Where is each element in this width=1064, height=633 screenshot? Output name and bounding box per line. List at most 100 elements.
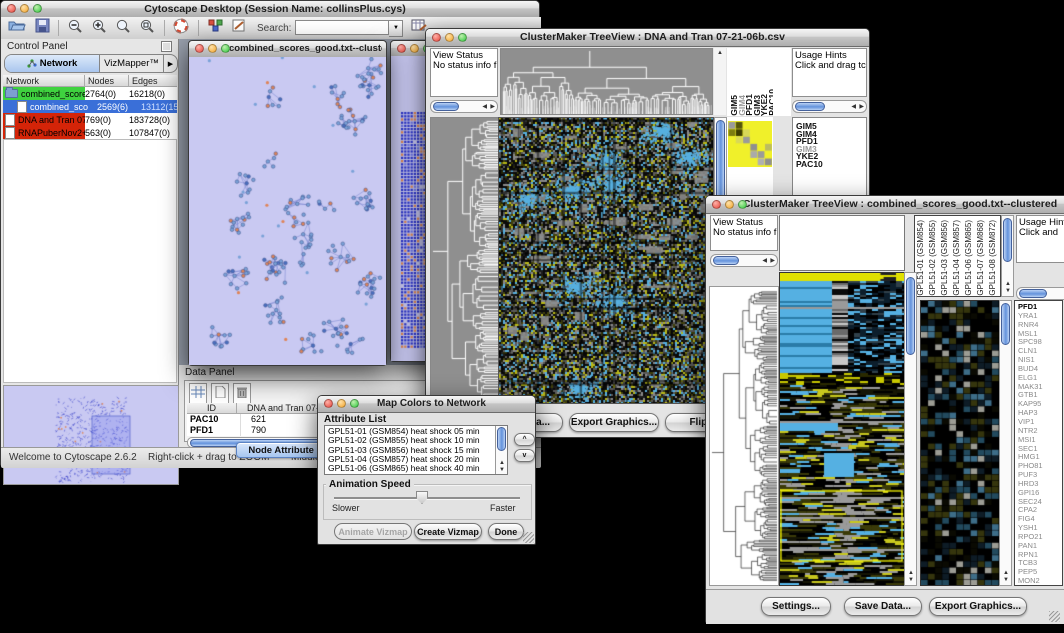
zoom-window-button[interactable] <box>458 33 467 42</box>
tv1-column-label[interactable]: GIM3 <box>752 95 760 116</box>
resize-grip[interactable] <box>1049 611 1060 622</box>
tv1-view-status-hscrollbar[interactable]: ◀ ▶ <box>430 100 498 113</box>
tv2-column-label[interactable]: GPL51-07 (GSM868) <box>976 220 988 296</box>
attribute-list-vscrollbar[interactable]: ▲ ▼ <box>495 426 507 474</box>
move-attribute-up-button[interactable]: ^ <box>514 433 535 446</box>
new-attribute-icon[interactable] <box>211 383 229 405</box>
save-session-button[interactable] <box>35 18 50 38</box>
tv1-column-label[interactable]: GIM5 <box>729 95 737 116</box>
minimize-button[interactable] <box>208 44 217 53</box>
tv2-labels-vscrollbar[interactable]: ▲ ▼ <box>1001 215 1014 297</box>
close-button[interactable] <box>7 4 16 13</box>
tv1-column-label[interactable]: PFD1 <box>744 94 752 116</box>
scroll-left-arrow-icon[interactable]: ◀ <box>762 258 767 264</box>
zoom-out-icon[interactable] <box>67 18 84 39</box>
scroll-right-arrow-icon[interactable]: ▶ <box>859 104 864 110</box>
tv2-column-label[interactable]: GPL51-02 (GSM855) <box>928 220 940 296</box>
tv1-heatmap[interactable] <box>498 117 714 404</box>
scroll-right-arrow-icon[interactable]: ▶ <box>770 258 775 264</box>
tv1-correlation-mini-heatmap[interactable] <box>728 121 772 167</box>
tv1-export-graphics-button[interactable]: Export Graphics... <box>569 413 659 432</box>
animate-vizmap-button[interactable]: Animate Vizmap <box>334 523 412 540</box>
zoom-in-icon[interactable] <box>91 18 108 39</box>
minimize-button[interactable] <box>337 399 346 408</box>
tv1-column-dendrogram[interactable] <box>500 48 713 115</box>
tv2-settings-button[interactable]: Settings... <box>761 597 831 616</box>
open-session-button[interactable] <box>8 18 26 38</box>
done-button[interactable]: Done <box>488 523 524 540</box>
scroll-up-arrow-icon[interactable]: ▲ <box>717 50 723 56</box>
birds-eye-view[interactable] <box>3 385 179 485</box>
treeview2-titlebar[interactable]: ClusterMaker TreeView : combined_scores_… <box>706 196 1064 214</box>
scroll-left-arrow-icon[interactable]: ◀ <box>851 104 856 110</box>
network-row-rnapuber[interactable]: RNAPuberNov2+ 563(0) 107847(0) <box>3 126 177 139</box>
vizmapper-icon[interactable] <box>208 18 224 38</box>
tab-vizmapper[interactable]: VizMapper™ <box>100 55 164 72</box>
zoom-fit-icon[interactable] <box>115 18 132 39</box>
tv2-zoomed-heatmap[interactable] <box>920 300 1000 586</box>
col-nodes[interactable]: Nodes <box>85 75 129 87</box>
minimize-button[interactable] <box>445 33 454 42</box>
tv1-row-dendrogram[interactable] <box>430 117 499 404</box>
create-vizmap-button[interactable]: Create Vizmap <box>414 523 482 540</box>
search-dropdown-button[interactable]: ▼ <box>389 20 403 37</box>
dialog-titlebar[interactable]: Map Colors to Network <box>318 396 535 413</box>
tv2-heatmap-vscrollbar[interactable]: ▲ ▼ <box>904 272 917 586</box>
zoom-window-button[interactable] <box>350 399 359 408</box>
tv2-column-label[interactable]: GPL51-03 (GSM856) <box>940 220 952 296</box>
network-row-selected[interactable]: combined_sco 2569(6) 13112(15) <box>3 100 177 113</box>
scroll-down-arrow-icon[interactable]: ▼ <box>1005 288 1011 294</box>
close-button[interactable] <box>432 33 441 42</box>
attribute-item[interactable]: GPL51-07 (GSM868) heat shock 60 min <box>325 473 493 475</box>
treeview1-titlebar[interactable]: ClusterMaker TreeView : DNA and Tran 07-… <box>426 29 869 47</box>
col-id[interactable]: ID <box>187 403 237 414</box>
close-button[interactable] <box>195 44 204 53</box>
scroll-right-arrow-icon[interactable]: ▶ <box>490 104 495 110</box>
tab-network[interactable]: Network <box>5 55 100 72</box>
move-attribute-down-button[interactable]: v <box>514 449 535 462</box>
help-lifesaver-icon[interactable] <box>173 18 189 39</box>
delete-attribute-trash-icon[interactable] <box>233 383 251 405</box>
scroll-left-arrow-icon[interactable]: ◀ <box>482 104 487 110</box>
float-panel-icon[interactable] <box>161 41 172 52</box>
zoom-window-button[interactable] <box>33 4 42 13</box>
attribute-select-icon[interactable] <box>189 383 207 405</box>
scroll-down-arrow-icon[interactable]: ▼ <box>908 577 914 583</box>
tv2-column-label[interactable]: GPL51-01 (GSM854) <box>916 220 928 296</box>
network-row-dna-tran[interactable]: DNA and Tran 07 769(0) 183728(0) <box>3 113 177 126</box>
tv2-usage-hscrollbar[interactable] <box>1016 287 1064 300</box>
close-button[interactable] <box>712 200 721 209</box>
tv2-save-data-button[interactable]: Save Data... <box>844 597 922 616</box>
scroll-up-arrow-icon[interactable]: ▲ <box>908 570 914 576</box>
scroll-up-arrow-icon[interactable]: ▲ <box>1005 281 1011 287</box>
tv2-global-heatmap[interactable] <box>779 272 905 586</box>
minimize-button[interactable] <box>410 44 419 53</box>
tv1-column-label[interactable]: GIM4 <box>737 95 745 116</box>
scroll-up-arrow-icon[interactable]: ▲ <box>1003 570 1009 576</box>
zoom-selected-icon[interactable] <box>139 18 156 39</box>
minimize-button[interactable] <box>725 200 734 209</box>
tv2-view-status-hscrollbar[interactable]: ◀ ▶ <box>710 254 778 267</box>
col-edges[interactable]: Edges <box>129 75 177 87</box>
tv2-column-label[interactable]: GPL51-08 (GSM872) <box>988 220 1000 296</box>
tv2-zoom-vscrollbar[interactable]: ▲ ▼ <box>999 300 1012 586</box>
search-input[interactable] <box>295 20 389 35</box>
tv2-column-label[interactable]: GPL51-04 (GSM857) <box>952 220 964 296</box>
tv2-column-dendrogram-area[interactable] <box>779 215 905 271</box>
tv1-usage-hscrollbar[interactable]: ◀ ▶ <box>792 100 867 113</box>
col-network[interactable]: Network <box>3 75 85 87</box>
zoom-window-button[interactable] <box>738 200 747 209</box>
tv2-row-dendrogram[interactable] <box>709 286 779 586</box>
tv2-column-label[interactable]: GPL51-06 (GSM865) <box>964 220 976 296</box>
close-button[interactable] <box>324 399 333 408</box>
tv1-gene-label[interactable]: PAC10 <box>796 161 866 169</box>
close-button[interactable] <box>397 44 406 53</box>
annotation-icon[interactable] <box>232 18 247 38</box>
minimize-button[interactable] <box>20 4 29 13</box>
network-window-titlebar[interactable]: combined_scores_good.txt--cluste... <box>189 41 386 58</box>
scroll-down-arrow-icon[interactable]: ▼ <box>1003 577 1009 583</box>
tv1-column-label[interactable]: YKE2 <box>759 94 767 116</box>
zoom-window-button[interactable] <box>221 44 230 53</box>
tv2-export-graphics-button[interactable]: Export Graphics... <box>929 597 1027 616</box>
network-view-canvas[interactable] <box>189 57 386 365</box>
